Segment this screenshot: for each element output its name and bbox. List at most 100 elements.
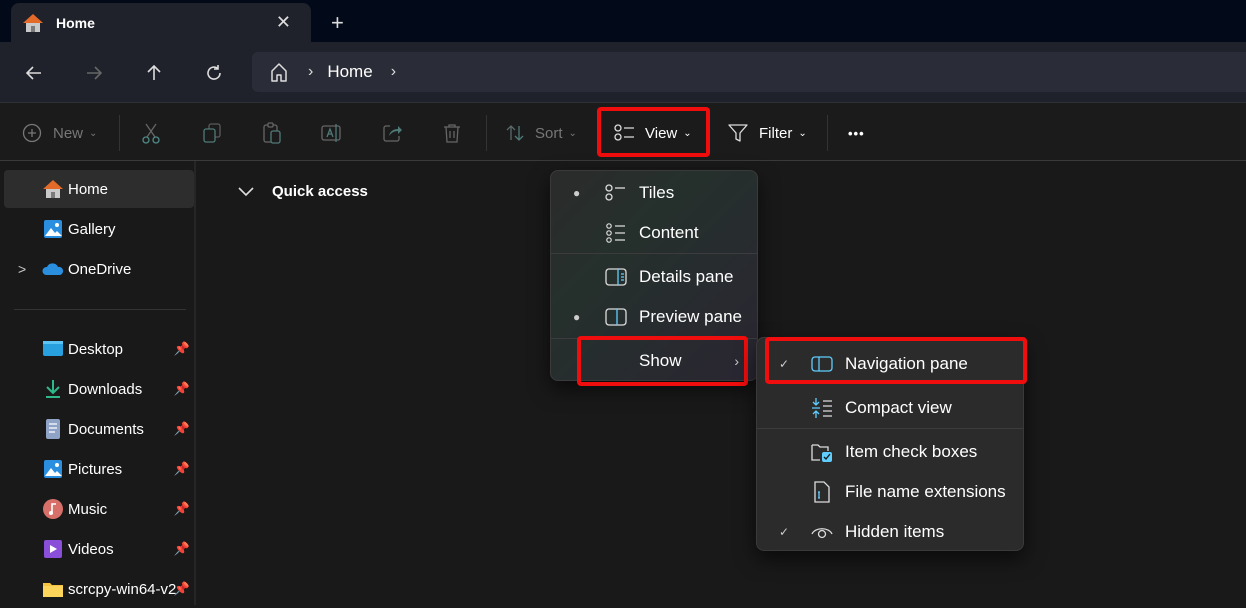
sidebar-item-label: Downloads: [68, 380, 143, 398]
breadcrumb-separator[interactable]: ›: [308, 63, 313, 81]
sidebar-item-gallery[interactable]: Gallery: [4, 210, 194, 248]
rename-button[interactable]: [321, 117, 343, 149]
chevron-down-icon: ⌄: [568, 127, 577, 139]
menu-item-navigation-pane[interactable]: ✓ Navigation pane: [761, 345, 1019, 383]
pictures-icon: [44, 460, 62, 478]
pin-icon[interactable]: 📌: [174, 421, 190, 437]
cut-button[interactable]: [140, 117, 162, 149]
up-button[interactable]: [140, 59, 168, 87]
copy-button[interactable]: [201, 117, 223, 149]
menu-item-item-check-boxes[interactable]: Item check boxes: [761, 433, 1019, 471]
menu-item-compact-view[interactable]: Compact view: [761, 389, 1019, 427]
menu-item-label: Content: [639, 223, 699, 242]
breadcrumb-separator[interactable]: ›: [391, 63, 396, 81]
menu-item-hidden-items[interactable]: ✓ Hidden items: [761, 513, 1019, 551]
onedrive-icon: [42, 263, 64, 275]
bullet-icon: ●: [573, 186, 581, 200]
menu-item-label: Compact view: [845, 398, 952, 417]
sort-button[interactable]: Sort ⌄: [505, 117, 577, 149]
address-bar[interactable]: › Home ›: [252, 52, 1246, 92]
menu-item-show[interactable]: Show ›: [555, 342, 753, 380]
folder-icon: [43, 583, 63, 597]
pin-icon[interactable]: 📌: [174, 581, 190, 597]
sidebar-item-pictures[interactable]: Pictures 📌: [4, 450, 194, 488]
quick-access-header[interactable]: Quick access: [238, 183, 368, 200]
navigation-bar: › Home ›: [0, 42, 1246, 102]
menu-item-label: Preview pane: [639, 307, 743, 326]
new-label: New: [53, 124, 84, 142]
refresh-icon: [207, 65, 221, 80]
back-button[interactable]: [20, 59, 48, 87]
paste-button[interactable]: [261, 117, 283, 149]
menu-item-label: Show: [639, 351, 682, 370]
delete-button[interactable]: [441, 117, 463, 149]
compact-view-icon: [812, 398, 832, 418]
close-tab-button[interactable]: ✕: [276, 12, 291, 33]
chevron-down-icon: ⌄: [89, 127, 98, 139]
share-icon: [383, 125, 402, 142]
pin-icon[interactable]: 📌: [174, 541, 190, 557]
chevron-right-icon[interactable]: >: [18, 261, 26, 277]
show-submenu: ✓ Navigation pane Compact view Item chec…: [756, 337, 1024, 551]
home-icon: [271, 63, 287, 82]
new-tab-button[interactable]: +: [331, 10, 344, 36]
sidebar-item-music[interactable]: Music 📌: [4, 490, 194, 528]
home-icon: [43, 180, 63, 198]
view-button[interactable]: View ⌄: [614, 117, 692, 149]
videos-icon: [44, 540, 62, 558]
tab-home[interactable]: Home ✕: [11, 3, 311, 42]
sidebar-item-label: Pictures: [68, 460, 123, 478]
pin-icon[interactable]: 📌: [174, 461, 190, 477]
sidebar-item-label: Music: [68, 500, 108, 518]
sidebar-item-onedrive[interactable]: > OneDrive: [4, 250, 194, 288]
new-button[interactable]: New ⌄: [22, 117, 97, 149]
menu-item-tiles[interactable]: ● Tiles: [555, 174, 753, 212]
pin-icon[interactable]: 📌: [174, 501, 190, 517]
pin-icon[interactable]: 📌: [174, 381, 190, 397]
item-check-boxes-icon: [811, 444, 832, 462]
sidebar-item-scrcpy-folder[interactable]: scrcpy-win64-v2 📌: [4, 570, 194, 608]
gallery-icon: [44, 220, 62, 238]
checkmark-icon: ✓: [779, 525, 790, 539]
eye-icon: [811, 528, 833, 539]
navigation-pane: Home Gallery > OneDrive Desktop 📌 Downlo…: [0, 161, 196, 605]
copy-icon: [203, 123, 221, 143]
preview-pane-icon: [605, 308, 627, 326]
rename-icon: [321, 124, 341, 142]
sidebar-item-label: Documents: [68, 420, 144, 438]
menu-item-label: Hidden items: [845, 522, 945, 541]
breadcrumb-home[interactable]: Home: [327, 62, 372, 82]
sidebar-item-documents[interactable]: Documents 📌: [4, 410, 194, 448]
chevron-down-icon: [238, 186, 254, 196]
sidebar-item-videos[interactable]: Videos 📌: [4, 530, 194, 568]
title-bar: Home ✕ +: [0, 0, 1246, 42]
sidebar-item-downloads[interactable]: Downloads 📌: [4, 370, 194, 408]
downloads-icon: [46, 380, 60, 398]
menu-item-label: Item check boxes: [845, 442, 978, 461]
sidebar-item-label: Home: [68, 180, 109, 198]
forward-button[interactable]: [80, 59, 108, 87]
chevron-right-icon: ›: [734, 353, 739, 369]
plus-circle-icon: [22, 123, 42, 143]
menu-item-content[interactable]: Content: [555, 214, 753, 252]
paste-icon: [263, 122, 281, 144]
filter-button[interactable]: Filter ⌄: [727, 117, 807, 149]
menu-item-details-pane[interactable]: Details pane: [555, 258, 753, 296]
home-icon: [23, 13, 43, 32]
menu-item-label: Navigation pane: [845, 354, 968, 373]
cut-icon: [142, 123, 160, 144]
menu-item-file-name-extensions[interactable]: File name extensions: [761, 473, 1019, 511]
more-options-button[interactable]: •••: [848, 117, 865, 149]
share-button[interactable]: [381, 117, 403, 149]
delete-icon: [444, 124, 460, 143]
pin-icon[interactable]: 📌: [174, 341, 190, 357]
file-extensions-icon: [814, 481, 830, 503]
sidebar-item-home[interactable]: Home: [4, 170, 194, 208]
refresh-button[interactable]: [200, 59, 228, 87]
menu-item-label: Details pane: [639, 267, 734, 286]
view-layout-icon: [614, 124, 634, 141]
divider: [827, 115, 828, 151]
view-label: View: [645, 124, 678, 142]
sidebar-item-desktop[interactable]: Desktop 📌: [4, 330, 194, 368]
menu-item-preview-pane[interactable]: ● Preview pane: [555, 298, 753, 336]
